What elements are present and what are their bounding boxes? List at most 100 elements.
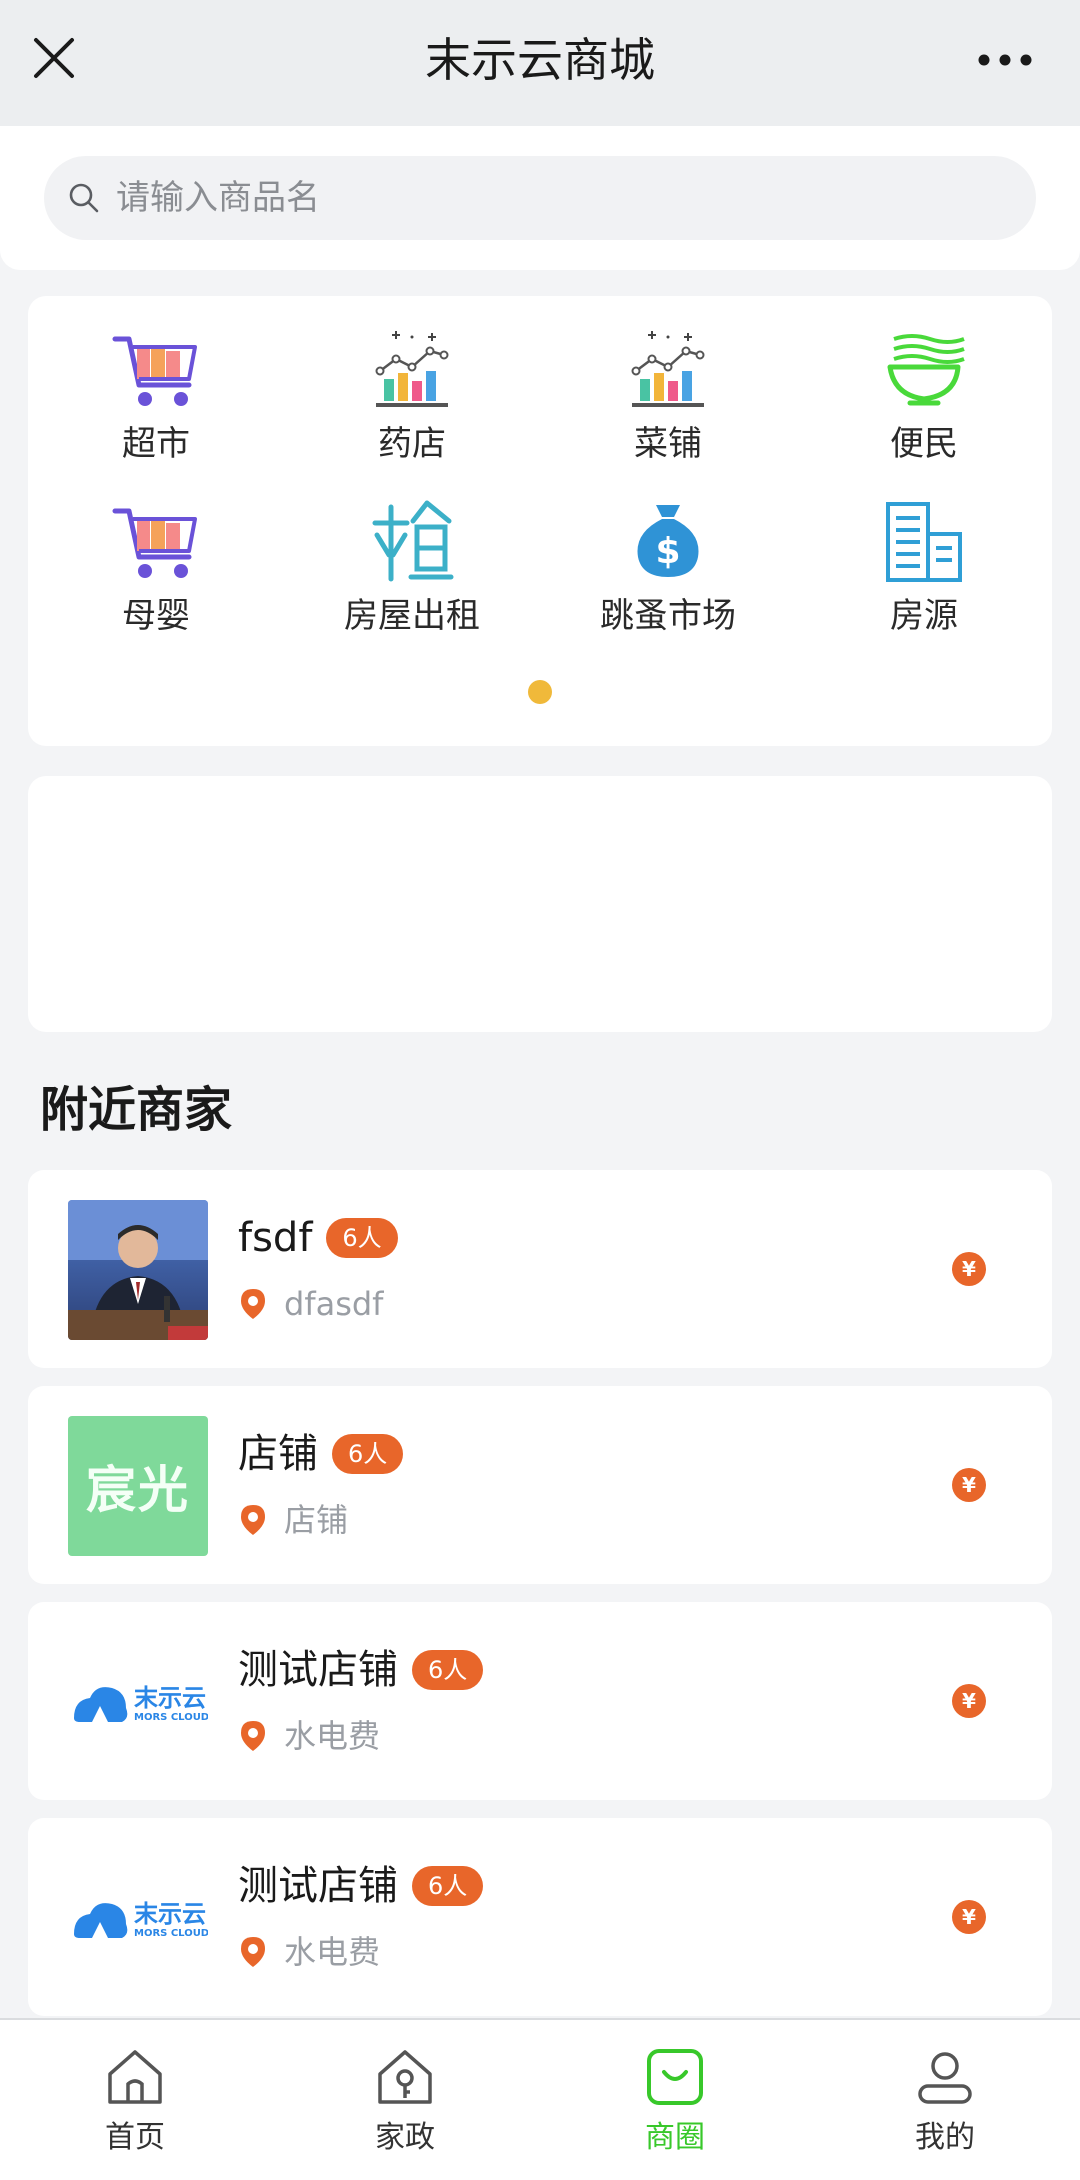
visitor-count-badge: 6人 [412, 1650, 484, 1690]
category-label: 房屋出租 [344, 596, 480, 636]
svg-text:$: $ [655, 531, 680, 572]
shop-name-row: fsdf 6人 [238, 1210, 398, 1266]
logo-subtext: MORS CLOUD [134, 1928, 208, 1939]
category-listings[interactable]: 房源 [796, 498, 1052, 648]
location-pin-icon [241, 1721, 265, 1751]
noodle-bowl-icon [887, 334, 965, 406]
logo-text: 末示云 [134, 1684, 206, 1712]
shop-card[interactable]: fsdf 6人 dfasdf ¥ [28, 1170, 1052, 1368]
category-convenience[interactable]: 便民 [796, 326, 1052, 476]
shop-address-row: 店铺 [240, 1498, 348, 1542]
visitor-count-badge: 6人 [332, 1434, 404, 1474]
home-icon [108, 2050, 162, 2104]
shop-list: fsdf 6人 dfasdf ¥ 宸光 店铺 6人 店铺 ¥ 末示云 MORS … [28, 1170, 1052, 2034]
shop-address: 水电费 [284, 1717, 381, 1755]
portrait-image [68, 1200, 208, 1340]
visitor-count-badge: 6人 [326, 1218, 398, 1258]
bottom-tab-bar: 首页 家政 商圈 我的 [0, 2018, 1080, 2180]
search-bar[interactable] [44, 156, 1036, 240]
visitor-count-badge: 6人 [412, 1866, 484, 1906]
category-label: 房源 [890, 596, 958, 636]
price-icon: ¥ [952, 1900, 986, 1934]
section-title-nearby: 附近商家 [40, 1082, 233, 1138]
portrait-photo [68, 1200, 208, 1340]
shop-thumbnail: 宸光 [68, 1416, 208, 1556]
mars-cloud-logo: 末示云 MORS CLOUD [68, 1632, 208, 1772]
mars-cloud-logo: 末示云 MORS CLOUD [68, 1848, 208, 1988]
location-pin-icon [241, 1505, 265, 1535]
shop-card[interactable]: 末示云 MORS CLOUD 测试店铺 6人 水电费 ¥ [28, 1818, 1052, 2016]
category-label: 药店 [378, 424, 446, 464]
location-pin-icon [241, 1289, 265, 1319]
tab-business-district[interactable]: 商圈 [540, 2020, 810, 2180]
search-section [0, 126, 1080, 270]
tab-label: 首页 [105, 2120, 165, 2155]
house-key-icon [378, 2050, 432, 2104]
shop-name: 测试店铺 [238, 1647, 398, 1693]
shop-name: 测试店铺 [238, 1863, 398, 1909]
shop-name: 店铺 [238, 1431, 318, 1477]
shop-address: dfasdf [284, 1285, 384, 1323]
logo-text: 宸光 [86, 1461, 190, 1519]
search-input[interactable] [116, 178, 996, 218]
money-bag-icon: $ [637, 505, 699, 577]
text-logo: 宸光 [68, 1416, 208, 1556]
more-icon [978, 54, 1032, 66]
shopping-cart-icon [112, 336, 197, 406]
user-icon [918, 2052, 972, 2104]
shopping-cart-icon [112, 508, 197, 578]
shop-address-row: dfasdf [240, 1282, 383, 1326]
shop-address-row: 水电费 [240, 1714, 380, 1758]
logo-text: 末示云 [134, 1900, 206, 1928]
shop-address: 店铺 [284, 1501, 349, 1539]
carousel-page-dot[interactable] [528, 680, 552, 704]
shop-address-row: 水电费 [240, 1930, 380, 1974]
cloud-logo-icon: 末示云 MORS CLOUD [74, 1684, 208, 1723]
cloud-logo-icon: 末示云 MORS CLOUD [74, 1900, 208, 1939]
category-label: 菜铺 [634, 424, 702, 464]
category-flea-market[interactable]: $ 跳蚤市场 [540, 498, 796, 648]
location-pin-icon [241, 1937, 265, 1967]
search-icon [69, 183, 99, 213]
tab-label: 家政 [375, 2120, 435, 2155]
category-card: 超市 药店 菜铺 便民 母婴 房屋出租 $ 跳蚤市场 房源 [28, 296, 1052, 746]
bar-chart-icon [631, 331, 705, 407]
shop-name: fsdf [238, 1215, 313, 1261]
rent-icon [372, 500, 454, 582]
tab-housekeeping[interactable]: 家政 [270, 2020, 540, 2180]
page-title: 末示云商城 [425, 33, 655, 87]
shop-card[interactable]: 宸光 店铺 6人 店铺 ¥ [28, 1386, 1052, 1584]
price-icon: ¥ [952, 1252, 986, 1286]
category-grid: 超市 药店 菜铺 便民 母婴 房屋出租 $ 跳蚤市场 房源 [28, 326, 1052, 648]
category-house-rental[interactable]: 房屋出租 [284, 498, 540, 648]
category-supermarket[interactable]: 超市 [28, 326, 284, 476]
tab-label: 商圈 [645, 2120, 705, 2155]
shop-thumbnail: 末示云 MORS CLOUD [68, 1848, 208, 1988]
tab-profile[interactable]: 我的 [810, 2020, 1080, 2180]
more-button[interactable] [970, 30, 1040, 90]
tab-label: 我的 [915, 2120, 975, 2155]
buildings-icon [886, 502, 962, 582]
category-maternity[interactable]: 母婴 [28, 498, 284, 648]
shop-thumbnail: 末示云 MORS CLOUD [68, 1632, 208, 1772]
category-vegetable-shop[interactable]: 菜铺 [540, 326, 796, 476]
tab-home[interactable]: 首页 [0, 2020, 270, 2180]
category-label: 超市 [122, 424, 190, 464]
price-icon: ¥ [952, 1468, 986, 1502]
banner-slot[interactable] [28, 776, 1052, 1032]
bar-chart-icon [375, 331, 449, 407]
title-bar: 末示云商城 [0, 0, 1080, 126]
shopping-bag-icon [647, 2049, 703, 2105]
logo-subtext: MORS CLOUD [134, 1712, 208, 1723]
category-label: 母婴 [122, 596, 190, 636]
category-label: 便民 [890, 424, 958, 464]
shop-address: 水电费 [284, 1933, 381, 1971]
category-label: 跳蚤市场 [600, 596, 736, 636]
price-icon: ¥ [952, 1684, 986, 1718]
shop-card[interactable]: 末示云 MORS CLOUD 测试店铺 6人 水电费 ¥ [28, 1602, 1052, 1800]
shop-name-row: 店铺 6人 [238, 1426, 404, 1482]
shop-name-row: 测试店铺 6人 [238, 1858, 484, 1914]
shop-name-row: 测试店铺 6人 [238, 1642, 484, 1698]
shop-thumbnail [68, 1200, 208, 1340]
category-pharmacy[interactable]: 药店 [284, 326, 540, 476]
